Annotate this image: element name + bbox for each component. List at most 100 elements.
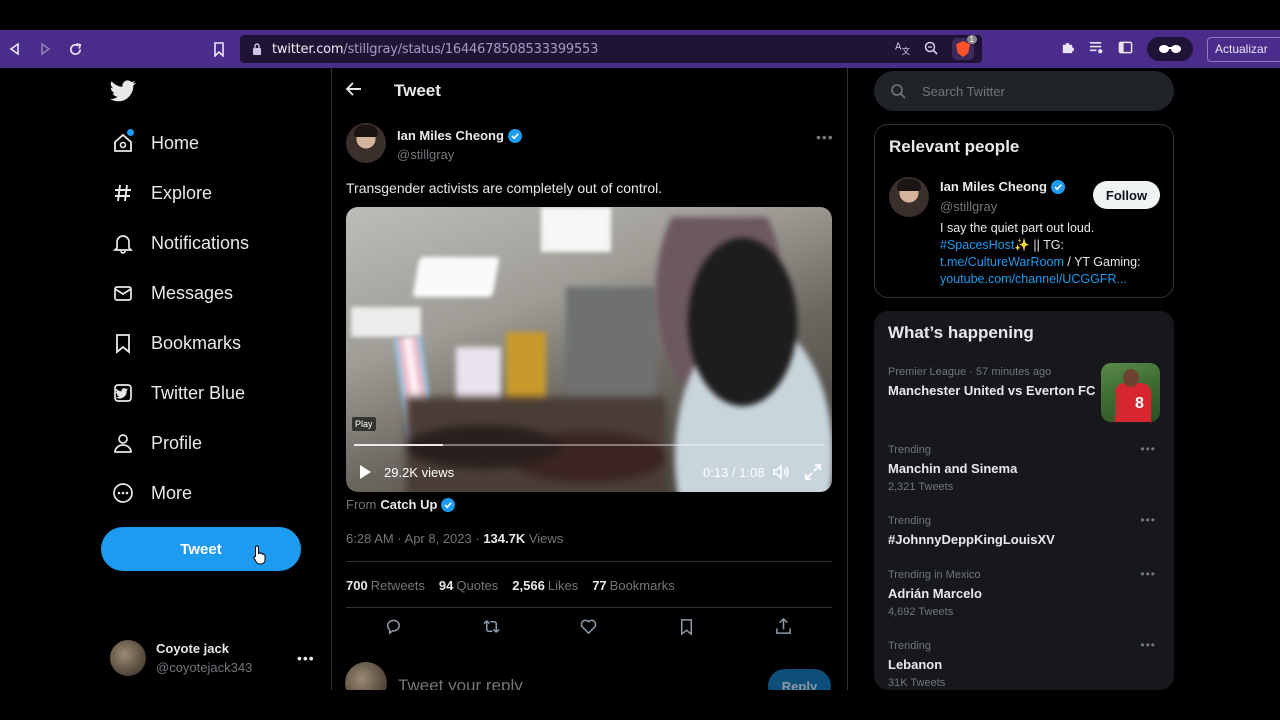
letterbox-bottom bbox=[0, 690, 1280, 720]
relevant-people-panel: Relevant people Ian Miles Cheong @stillg… bbox=[874, 124, 1174, 298]
account-switcher[interactable]: Coyote jack @coyotejack343 bbox=[110, 640, 252, 676]
account-more-icon[interactable]: ••• bbox=[297, 650, 315, 666]
sidebar-toggle-icon[interactable] bbox=[1118, 40, 1133, 58]
browser-toolbar: twitter.com/stillgray/status/16446785085… bbox=[0, 30, 1280, 68]
stat-likes[interactable]: 2,566 Likes bbox=[512, 578, 578, 593]
sidebar-item-home[interactable]: Home bbox=[110, 128, 199, 158]
trend-count: 4,692 Tweets bbox=[888, 606, 954, 618]
bookmark-action-icon[interactable] bbox=[677, 617, 697, 637]
tweet-text: Transgender activists are completely out… bbox=[346, 180, 663, 196]
translate-icon[interactable]: A文 bbox=[895, 40, 911, 58]
trend-item[interactable]: Trending in Mexico Adrián Marcelo 4,692 … bbox=[888, 567, 1160, 618]
trend-more-icon[interactable]: ••• bbox=[1140, 567, 1156, 581]
tweet-button[interactable]: Tweet bbox=[101, 527, 301, 571]
share-icon[interactable] bbox=[774, 617, 794, 637]
tweet-more-icon[interactable]: ••• bbox=[816, 129, 834, 145]
sidebar-item-notifications[interactable]: Notifications bbox=[110, 228, 249, 258]
video-views: 29.2K views bbox=[384, 465, 455, 480]
like-icon[interactable] bbox=[579, 617, 599, 637]
volume-icon[interactable] bbox=[772, 463, 790, 481]
trend-context: Trending bbox=[888, 640, 932, 652]
address-bar[interactable]: twitter.com/stillgray/status/16446785085… bbox=[240, 35, 982, 63]
forward-icon[interactable] bbox=[30, 34, 60, 64]
tweet-stats: 700 Retweets 94 Quotes 2,566 Likes 77 Bookma… bbox=[346, 578, 675, 593]
bell-icon bbox=[110, 230, 136, 256]
sidebar-item-label: More bbox=[151, 482, 193, 503]
sidebar-item-messages[interactable]: Messages bbox=[110, 278, 233, 308]
twitter-blue-icon bbox=[110, 380, 136, 406]
video-frame bbox=[412, 257, 500, 297]
tweet-timestamp[interactable]: 6:28 AM · Apr 8, 2023 · bbox=[346, 531, 483, 546]
browser-profile-icon[interactable] bbox=[1147, 37, 1193, 61]
svg-text:文: 文 bbox=[902, 46, 910, 55]
verified-badge-icon bbox=[507, 128, 522, 143]
trend-context: Trending bbox=[888, 515, 932, 527]
video-player[interactable]: Play 29.2K views 0:13 / 1:08 bbox=[346, 207, 832, 492]
lock-icon bbox=[252, 43, 262, 55]
video-source: From Catch Up bbox=[346, 497, 456, 512]
zoom-icon[interactable] bbox=[924, 41, 938, 58]
fullscreen-icon[interactable] bbox=[804, 463, 822, 481]
stat-retweets[interactable]: 700 Retweets bbox=[346, 578, 425, 593]
trend-item[interactable]: Trending Manchin and Sinema 2,321 Tweets… bbox=[888, 442, 1160, 493]
retweet-icon[interactable] bbox=[482, 617, 502, 637]
follow-button[interactable]: Follow bbox=[1093, 181, 1160, 209]
bio-link[interactable]: t.me/CultureWarRoom bbox=[940, 255, 1064, 269]
person-bio: I say the quiet part out loud. #SpacesHo… bbox=[940, 221, 1141, 286]
trend-more-icon[interactable]: ••• bbox=[1140, 513, 1156, 527]
divider bbox=[346, 561, 832, 562]
author-handle[interactable]: @stillgray bbox=[397, 147, 454, 162]
back-icon[interactable] bbox=[0, 34, 30, 64]
verified-badge-icon bbox=[1050, 179, 1065, 194]
playlist-icon[interactable] bbox=[1089, 40, 1104, 58]
video-progress-bar[interactable] bbox=[354, 444, 824, 446]
trend-item[interactable]: Trending Lebanon 31K Tweets ••• bbox=[888, 638, 1160, 689]
whats-happening-panel: What’s happening Premier League · 57 min… bbox=[874, 311, 1174, 690]
sidebar-item-twitter-blue[interactable]: Twitter Blue bbox=[110, 378, 245, 408]
author-name: Ian Miles Cheong bbox=[397, 128, 504, 143]
brave-shields-icon[interactable]: 1 bbox=[952, 35, 977, 60]
tweet-actions bbox=[384, 617, 794, 637]
person-handle[interactable]: @stillgray bbox=[940, 199, 997, 214]
trend-item[interactable]: Trending #JohnnyDeppKingLouisXV ••• bbox=[888, 513, 1160, 547]
reply-icon[interactable] bbox=[384, 617, 404, 637]
update-button[interactable]: Actualizar bbox=[1207, 37, 1280, 62]
from-source[interactable]: Catch Up bbox=[380, 497, 437, 512]
bookmark-icon bbox=[110, 330, 136, 356]
trend-title: Adrián Marcelo bbox=[888, 586, 982, 601]
reload-icon[interactable] bbox=[60, 34, 90, 64]
sidebar-item-label: Profile bbox=[151, 432, 203, 453]
account-name: Coyote jack bbox=[156, 641, 229, 656]
trend-more-icon[interactable]: ••• bbox=[1140, 638, 1156, 652]
sidebar-item-label: Notifications bbox=[151, 232, 250, 253]
search-placeholder: Search Twitter bbox=[922, 83, 1005, 99]
trend-more-icon[interactable]: ••• bbox=[1140, 442, 1156, 456]
trend-title: Manchin and Sinema bbox=[888, 461, 1018, 476]
author-avatar[interactable] bbox=[346, 123, 386, 163]
search-input[interactable]: Search Twitter bbox=[874, 71, 1174, 111]
person-name-row[interactable]: Ian Miles Cheong bbox=[940, 179, 1065, 194]
envelope-icon bbox=[110, 280, 136, 306]
bookmark-page-icon[interactable] bbox=[204, 34, 234, 64]
author-name-row[interactable]: Ian Miles Cheong bbox=[397, 128, 522, 143]
bio-hashtag[interactable]: #SpacesHost bbox=[940, 238, 1014, 252]
play-icon[interactable] bbox=[358, 464, 372, 480]
bio-link[interactable]: youtube.com/channel/UCGGFR... bbox=[940, 272, 1127, 286]
views-count: 134.7K bbox=[483, 531, 526, 546]
search-icon bbox=[890, 83, 906, 99]
sidebar-item-label: Messages bbox=[151, 282, 234, 303]
stat-quotes[interactable]: 94 Quotes bbox=[439, 578, 498, 593]
sidebar-item-bookmarks[interactable]: Bookmarks bbox=[110, 328, 241, 358]
home-icon bbox=[110, 129, 136, 156]
sidebar-item-profile[interactable]: Profile bbox=[110, 428, 202, 458]
back-arrow-icon[interactable] bbox=[345, 80, 365, 100]
stat-bookmarks[interactable]: 77 Bookmarks bbox=[592, 578, 675, 593]
avatar[interactable] bbox=[889, 177, 929, 217]
twitter-logo-icon[interactable] bbox=[110, 80, 136, 104]
sidebar-item-explore[interactable]: Explore bbox=[110, 178, 212, 208]
video-time: 0:13 / 1:08 bbox=[703, 465, 765, 480]
extensions-icon[interactable] bbox=[1060, 40, 1075, 58]
sidebar-item-more[interactable]: More bbox=[110, 478, 192, 508]
avatar bbox=[110, 640, 146, 676]
shields-count: 1 bbox=[966, 35, 977, 44]
